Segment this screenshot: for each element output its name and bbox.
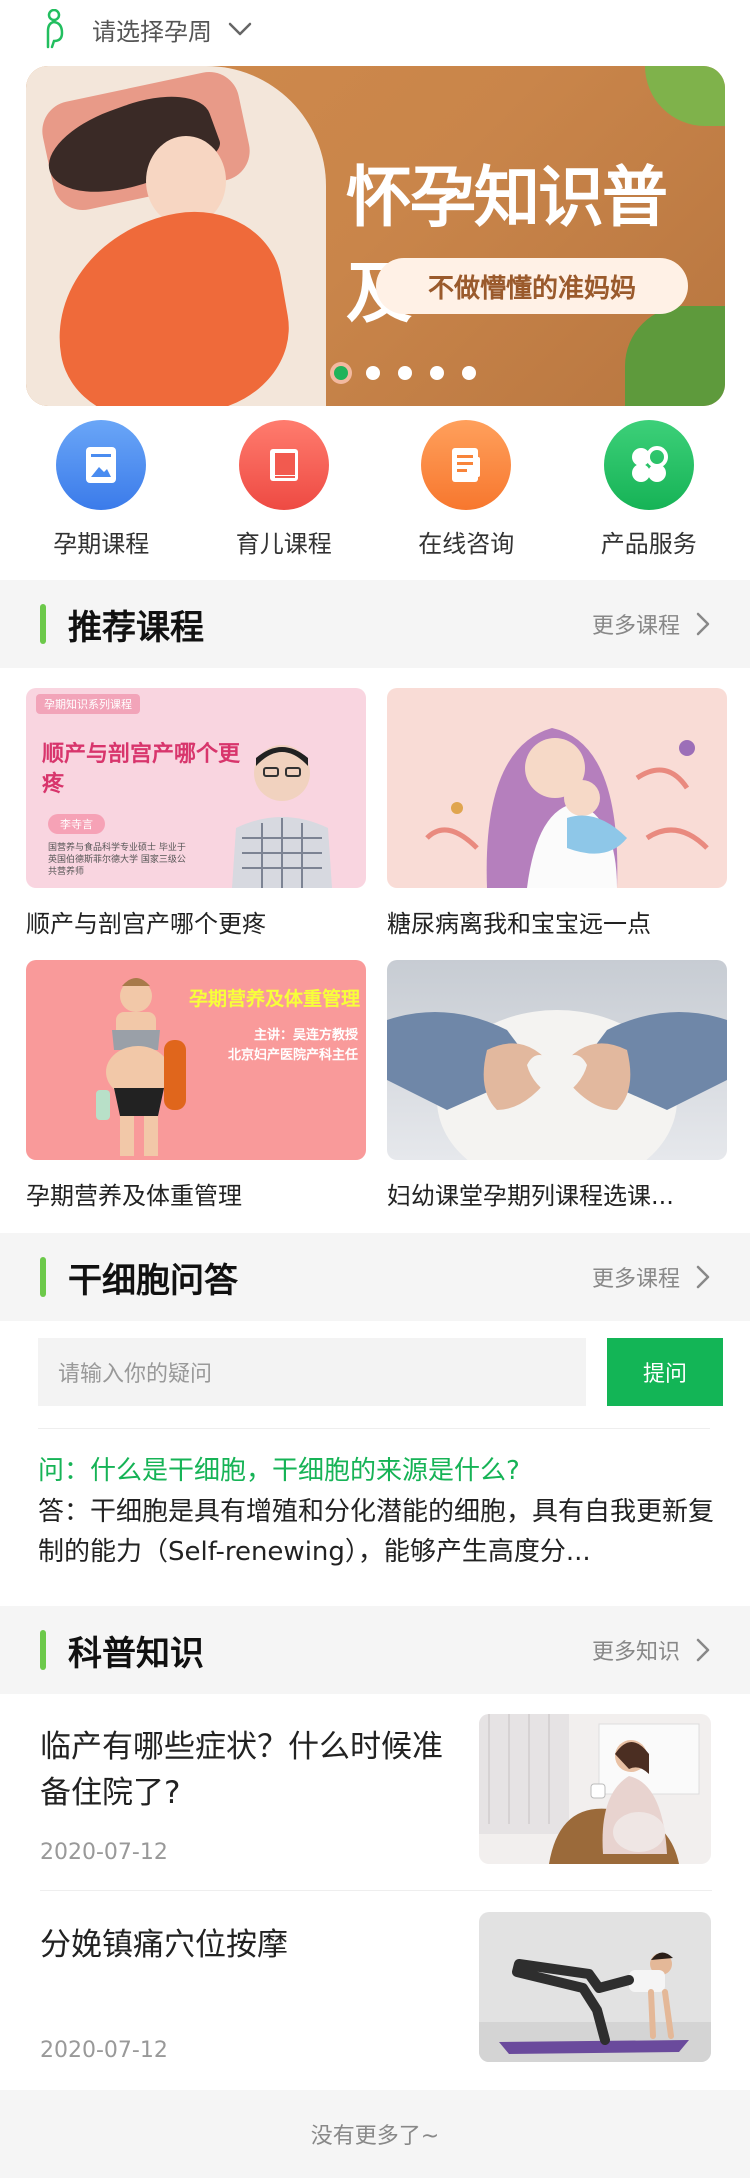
section-accent-bar: [40, 1630, 46, 1670]
chevron-right-icon: [696, 612, 710, 636]
week-selector[interactable]: 请选择孕周: [0, 0, 750, 58]
section-accent-bar: [40, 1257, 46, 1297]
more-label: 更多课程: [591, 1267, 680, 1292]
more-label: 更多课程: [591, 614, 680, 639]
article-thumbnail: [479, 1912, 711, 2062]
course-thumbnail: 孕期知识系列课程 顺产与剖宫产哪个更疼 李寺言 国营养与食品科学专业硕士 毕业于…: [26, 688, 366, 888]
qa-section-header: 干细胞问答 更多课程: [0, 1233, 750, 1321]
thumb-title: 顺产与剖宫产哪个更疼: [42, 742, 241, 797]
thumb-title: 孕期营养及体重管理: [188, 988, 360, 1010]
nav-online-consult[interactable]: 在线咨询: [386, 420, 546, 570]
section-accent-bar: [40, 604, 46, 644]
banner-leaf-illustration: [645, 66, 725, 126]
pregnancy-icon: [46, 9, 64, 49]
article-item[interactable]: 临产有哪些症状？什么时候准备住院了? 2020-07-12: [0, 1702, 750, 1902]
chevron-down-icon: [228, 22, 252, 36]
course-thumbnail: [387, 960, 727, 1160]
nav-label: 孕期课程: [53, 530, 150, 558]
nav-product-services[interactable]: 产品服务: [569, 420, 729, 570]
banner-carousel[interactable]: 怀孕知识普及 不做懵懂的准妈妈: [26, 66, 725, 406]
divider: [38, 1428, 710, 1429]
thumb-sub: 主讲：吴连方教授: [253, 1028, 358, 1043]
consult-list-icon: [421, 420, 512, 510]
course-title: 糖尿病离我和宝宝远一点: [387, 910, 651, 938]
carousel-dot[interactable]: [430, 366, 444, 380]
carousel-dot-active[interactable]: [334, 366, 348, 380]
thumb-lecturer: 主讲：吴连方教授 北京妇产医院产科主任: [228, 1026, 358, 1066]
carousel-dot[interactable]: [398, 366, 412, 380]
banner-subtitle: 不做懵懂的准妈妈: [376, 258, 688, 314]
question-input-placeholder: 请输入你的疑问: [58, 1362, 213, 1387]
carousel-dot[interactable]: [462, 366, 476, 380]
nav-pregnancy-courses[interactable]: 孕期课程: [21, 420, 181, 570]
course-title: 妇幼课堂孕期列课程选课...: [387, 1182, 674, 1210]
more-knowledge-link[interactable]: 更多知识: [592, 1634, 710, 1666]
no-more-footer: 没有更多了~: [0, 2090, 750, 2178]
article-title: 临产有哪些症状？什么时候准备住院了?: [40, 1729, 443, 1811]
article-item[interactable]: 分娩镇痛穴位按摩 2020-07-12: [0, 1900, 750, 2100]
science-section-header: 科普知识 更多知识: [0, 1606, 750, 1694]
recommended-section-header: 推荐课程 更多课程: [0, 580, 750, 668]
nav-parenting-courses[interactable]: 育儿课程: [204, 420, 364, 570]
thumb-desc: 国营养与食品科学专业硕士 毕业于英国伯德斯菲尔德大学 国家三级公共营养师: [48, 843, 186, 877]
yoga-pose-photo: [479, 1912, 711, 2062]
course-card[interactable]: 糖尿病离我和宝宝远一点: [387, 688, 727, 939]
more-label: 更多知识: [591, 1640, 680, 1665]
pregnant-woman-chair-photo: [479, 1714, 711, 1864]
course-card[interactable]: 孕期营养及体重管理 主讲：吴连方教授 北京妇产医院产科主任 孕期营养及体重管理: [26, 960, 366, 1211]
article-date: 2020-07-12: [40, 2038, 168, 2063]
nav-label: 育儿课程: [235, 530, 332, 558]
qa-question[interactable]: 问：什么是干细胞，干细胞的来源是什么?: [38, 1450, 520, 1487]
section-title: 干细胞问答: [68, 1260, 238, 1301]
thumb-lecturer: 李寺言: [48, 814, 105, 834]
section-title: 推荐课程: [68, 607, 204, 648]
article-thumbnail: [479, 1714, 711, 1864]
nav-label: 产品服务: [600, 530, 697, 558]
more-qa-link[interactable]: 更多课程: [592, 1261, 710, 1293]
thumb-tag: 孕期知识系列课程: [36, 694, 140, 714]
divider: [40, 1890, 712, 1891]
article-title: 分娩镇痛穴位按摩: [40, 1927, 288, 1963]
course-card[interactable]: 孕期知识系列课程 顺产与剖宫产哪个更疼 李寺言 国营养与食品科学专业硕士 毕业于…: [26, 688, 366, 939]
carousel-indicator: [334, 366, 476, 380]
carousel-dot[interactable]: [366, 366, 380, 380]
belly-heart-hands-photo: [387, 1010, 727, 1160]
nav-label: 在线咨询: [418, 530, 515, 558]
chevron-right-icon: [696, 1265, 710, 1289]
more-courses-link[interactable]: 更多课程: [592, 608, 710, 640]
course-thumbnail: 孕期营养及体重管理 主讲：吴连方教授 北京妇产医院产科主任: [26, 960, 366, 1160]
quick-nav: 孕期课程 育儿课程 在线咨询 产品服务: [0, 420, 750, 570]
course-title: 顺产与剖宫产哪个更疼: [26, 910, 266, 938]
document-icon: [56, 420, 147, 510]
course-title: 孕期营养及体重管理: [26, 1182, 242, 1210]
question-input[interactable]: 请输入你的疑问: [38, 1338, 586, 1406]
thumb-sub: 北京妇产医院产科主任: [227, 1048, 358, 1063]
book-icon: [238, 420, 329, 510]
chevron-right-icon: [696, 1638, 710, 1662]
article-date: 2020-07-12: [40, 1840, 168, 1865]
mother-baby-illustration: [425, 728, 709, 888]
course-thumbnail: [387, 688, 727, 888]
section-title: 科普知识: [68, 1633, 204, 1674]
ask-button[interactable]: 提问: [607, 1338, 723, 1406]
week-select-label: 请选择孕周: [92, 17, 212, 46]
course-card[interactable]: 妇幼课堂孕期列课程选课...: [387, 960, 727, 1211]
lecturer-photo: [232, 745, 332, 888]
qa-answer[interactable]: 答：干细胞是具有增殖和分化潜能的细胞，具有自我更新复制的能力（Self-rene…: [38, 1492, 718, 1572]
clover-icon: [603, 420, 694, 510]
